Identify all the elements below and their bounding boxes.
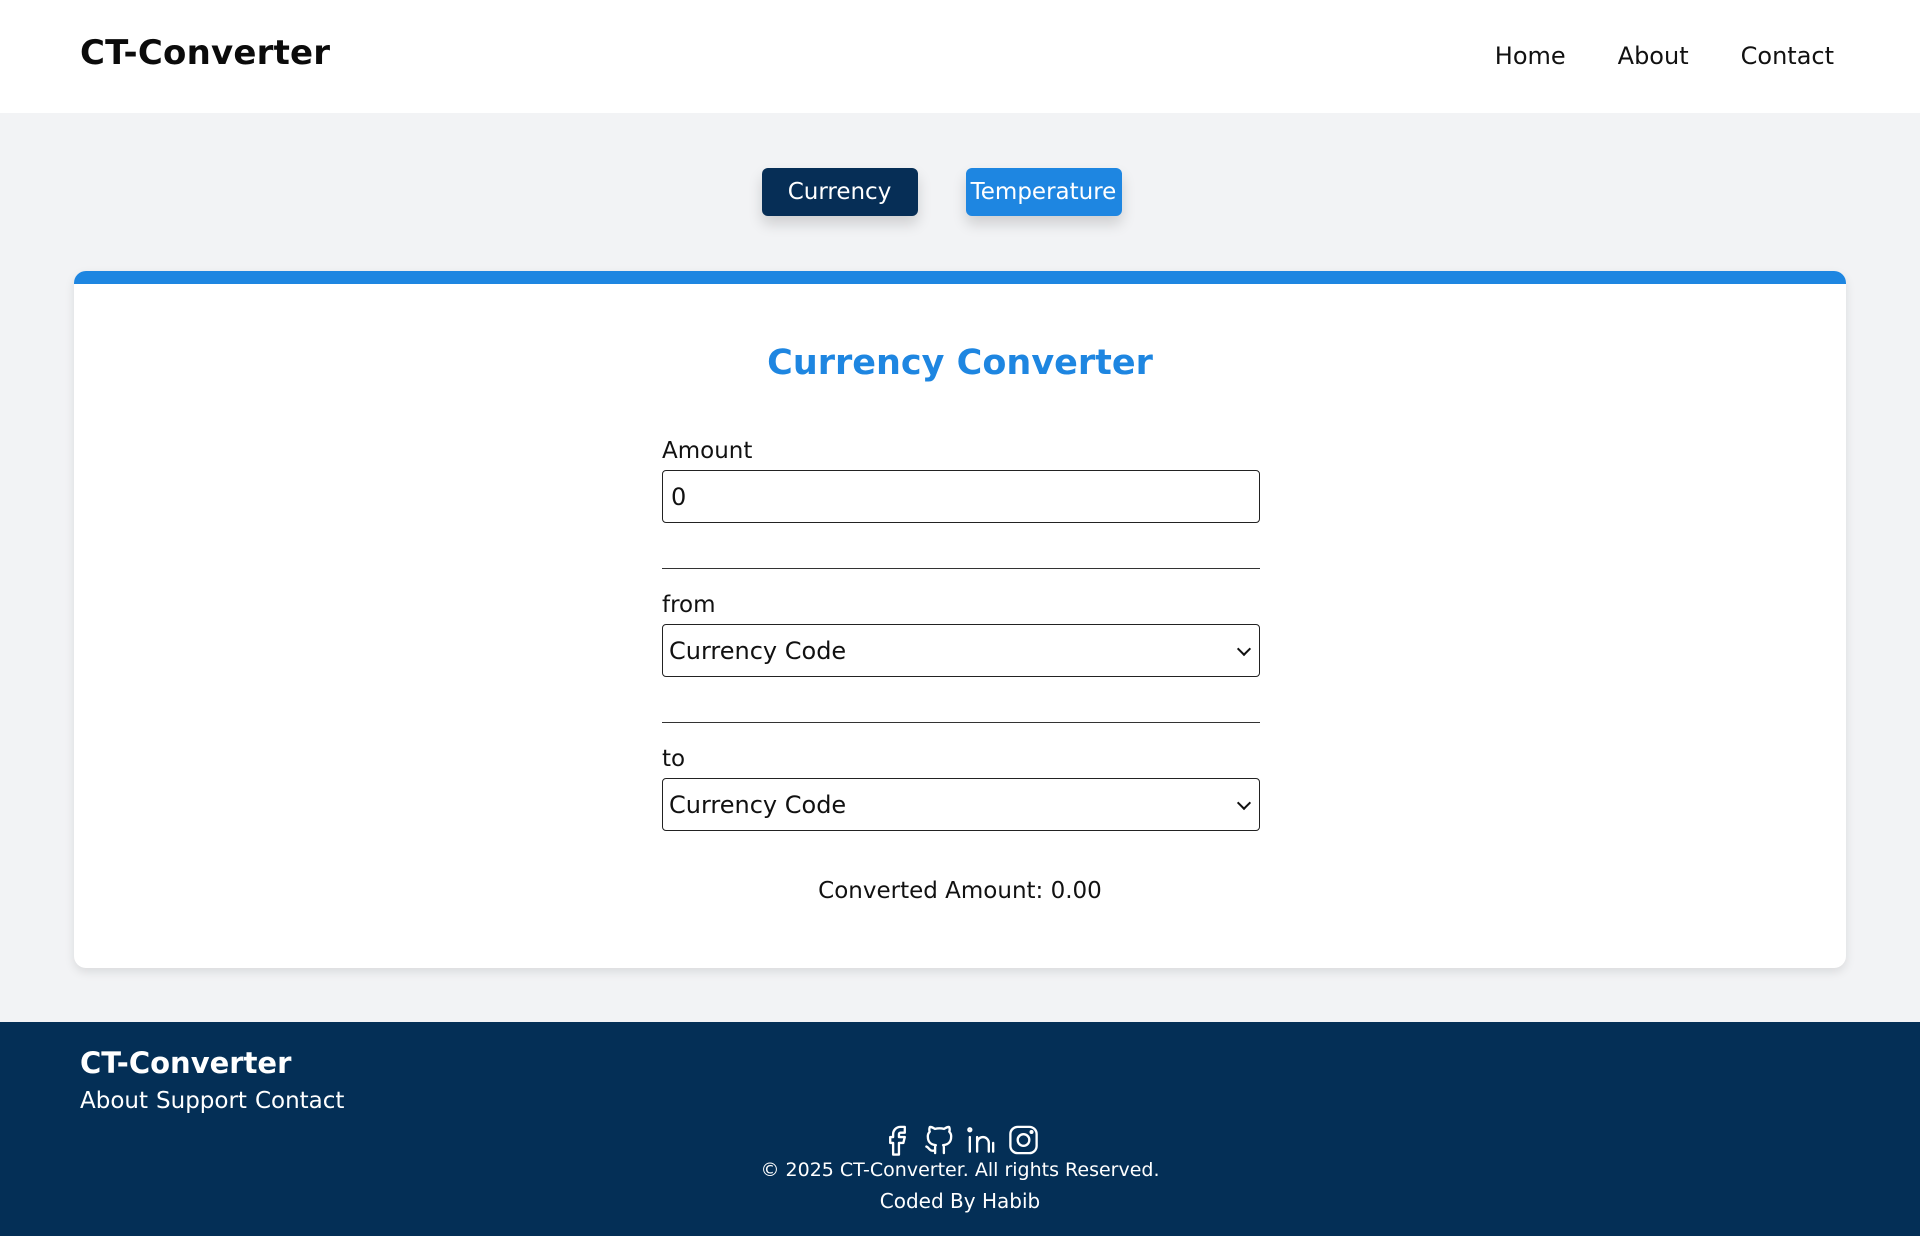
instagram-icon[interactable] xyxy=(1006,1122,1041,1158)
to-selected-value: Currency Code xyxy=(669,790,847,819)
footer-about-link[interactable]: About xyxy=(80,1088,148,1114)
from-label: from xyxy=(662,592,716,618)
amount-field-group: Amount 0 xyxy=(662,438,1260,523)
to-label: to xyxy=(662,746,686,772)
card-accent-bar xyxy=(74,271,1846,284)
footer-brand: CT-Converter xyxy=(80,1046,292,1080)
footer-links: About Support Contact xyxy=(80,1088,344,1114)
converter-title: Currency Converter xyxy=(767,343,1153,383)
copyright-text: © 2025 CT-Converter. All rights Reserved… xyxy=(760,1159,1160,1181)
divider xyxy=(662,722,1260,723)
to-currency-select[interactable]: Currency Code xyxy=(662,778,1260,831)
site-header: CT-Converter Home About Contact xyxy=(0,0,1920,113)
linkedin-icon[interactable] xyxy=(964,1122,999,1158)
chevron-down-icon xyxy=(1236,641,1252,656)
amount-label: Amount xyxy=(662,438,753,464)
chevron-down-icon xyxy=(1236,795,1252,810)
from-selected-value: Currency Code xyxy=(669,636,847,665)
nav-home-link[interactable]: Home xyxy=(1495,42,1566,70)
divider xyxy=(662,568,1260,569)
footer-support-link[interactable]: Support xyxy=(156,1088,247,1114)
amount-value: 0 xyxy=(671,482,687,511)
converter-tabs: Currency Temperature xyxy=(0,168,1920,216)
from-currency-select[interactable]: Currency Code xyxy=(662,624,1260,677)
from-field-group: from Currency Code xyxy=(662,592,1260,677)
site-footer: CT-Converter About Support Contact © 202… xyxy=(0,1022,1920,1236)
credit-text: Coded By Habib xyxy=(879,1189,1041,1213)
amount-input[interactable]: 0 xyxy=(662,470,1260,523)
facebook-icon[interactable] xyxy=(880,1122,915,1158)
nav-contact-link[interactable]: Contact xyxy=(1741,42,1834,70)
nav-about-link[interactable]: About xyxy=(1618,42,1689,70)
converter-card: Currency Converter Amount 0 from Currenc… xyxy=(74,271,1846,968)
currency-tab-button[interactable]: Currency xyxy=(761,168,918,216)
to-field-group: to Currency Code xyxy=(662,746,1260,831)
converted-amount-result: Converted Amount: 0.00 xyxy=(818,878,1102,904)
brand-logo[interactable]: CT-Converter xyxy=(80,33,330,73)
footer-contact-link[interactable]: Contact xyxy=(255,1088,344,1114)
main-nav: Home About Contact xyxy=(1495,42,1834,70)
social-links xyxy=(0,1122,1920,1158)
github-icon[interactable] xyxy=(922,1122,957,1158)
temperature-tab-button[interactable]: Temperature xyxy=(965,168,1122,216)
